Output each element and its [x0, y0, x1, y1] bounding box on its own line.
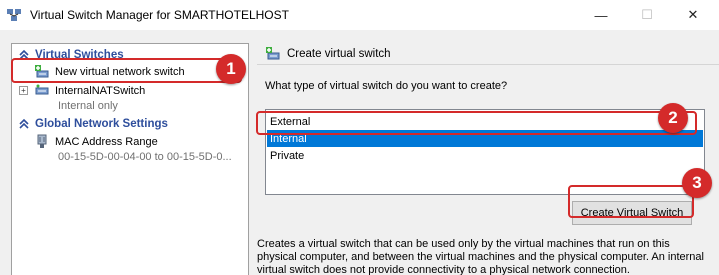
network-adapter-icon [37, 134, 47, 148]
create-switch-panel: Create virtual switch What type of virtu… [257, 43, 719, 275]
option-private[interactable]: Private [267, 147, 703, 164]
internal-nat-switch-item[interactable]: InternalNATSwitch [34, 83, 145, 99]
callout-box-3 [568, 185, 694, 218]
panel-header: Create virtual switch [257, 43, 719, 65]
step-badge-2: 2 [658, 103, 688, 133]
step-badge-1: 1 [216, 54, 246, 84]
expand-toggle[interactable]: + [19, 86, 28, 95]
global-network-settings-label: Global Network Settings [35, 117, 168, 130]
close-icon: ✕ [687, 7, 699, 22]
network-switch-icon [35, 84, 49, 95]
mac-address-range-item[interactable]: MAC Address Range [34, 134, 158, 150]
title-bar: Virtual Switch Manager for SMARTHOTELHOS… [0, 0, 719, 30]
mac-range-value: 00-15-5D-00-04-00 to 00-15-5D-0... [58, 151, 232, 163]
callout-box-2 [256, 111, 697, 135]
maximize-button[interactable]: ☐ [624, 0, 670, 30]
minimize-icon: — [594, 7, 608, 23]
mac-range-label: MAC Address Range [55, 136, 158, 148]
switch-type-question: What type of virtual switch do you want … [265, 80, 508, 92]
panel-title: Create virtual switch [287, 47, 391, 60]
close-button[interactable]: ✕ [670, 0, 716, 30]
step-badge-3: 3 [682, 168, 712, 198]
collapse-chevron-icon [19, 118, 29, 129]
maximize-icon: ☐ [641, 7, 653, 22]
callout-box-1 [11, 58, 242, 83]
window-title: Virtual Switch Manager for SMARTHOTELHOS… [30, 8, 289, 22]
internal-switch-type: Internal only [58, 100, 118, 112]
internal-switch-name: InternalNATSwitch [55, 85, 146, 97]
new-switch-icon [266, 46, 280, 59]
global-network-settings-header[interactable]: Global Network Settings [18, 116, 168, 131]
minimize-button[interactable]: — [578, 0, 624, 30]
virtual-switch-manager-icon [7, 9, 21, 21]
switch-type-description: Creates a virtual switch that can be use… [257, 238, 704, 275]
